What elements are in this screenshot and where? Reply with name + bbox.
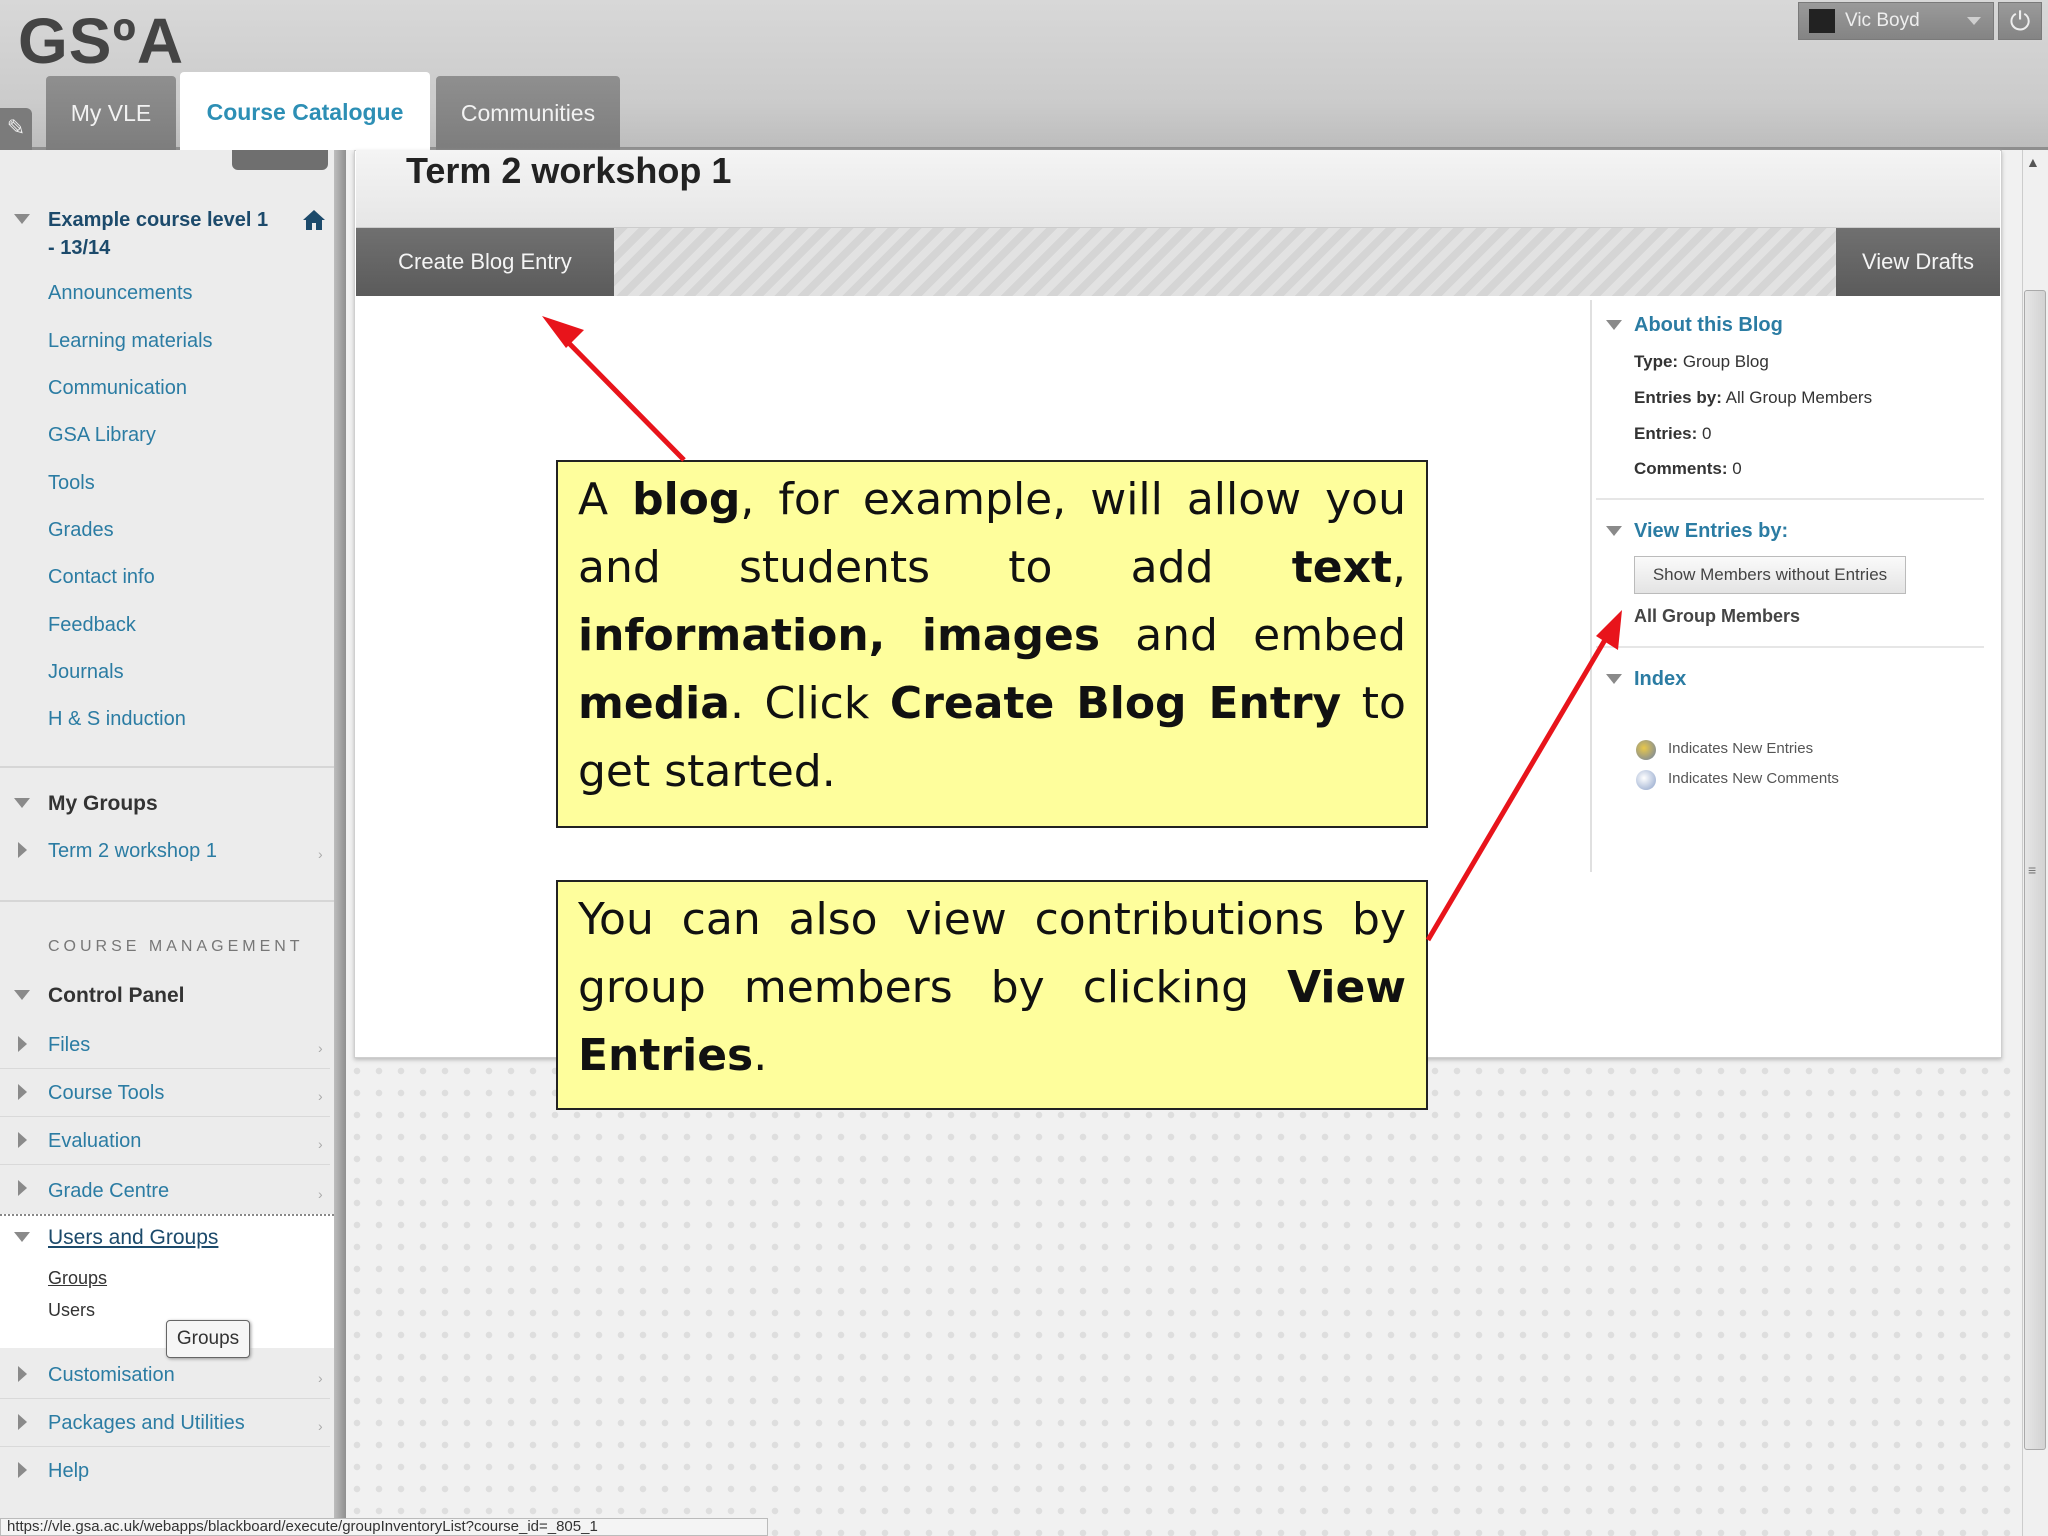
annotation-arrows (542, 316, 1622, 942)
arrow-to-create-button (554, 328, 686, 462)
arrow-head-icon (542, 316, 584, 348)
arrow-to-view-entries (1425, 626, 1615, 942)
